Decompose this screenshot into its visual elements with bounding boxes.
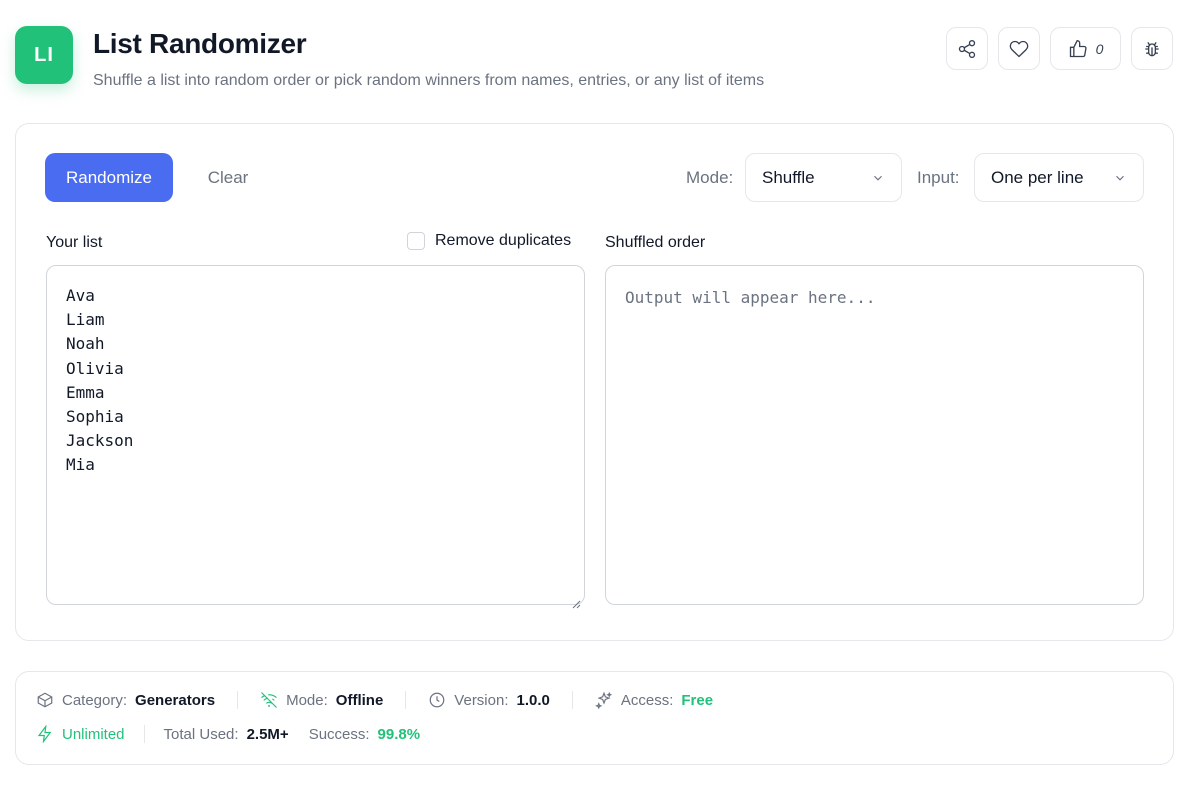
- divider: [143, 725, 145, 743]
- success-info: Success: 99.8%: [309, 726, 420, 743]
- info-row: Category: Generators Mode: Offline Versi…: [36, 691, 713, 709]
- input-list-label: Your list: [46, 234, 103, 251]
- divider: [405, 691, 407, 709]
- resize-handle[interactable]: [572, 592, 581, 609]
- box-icon: [37, 692, 53, 708]
- total-used-value: 2.5M+: [246, 725, 289, 743]
- output-placeholder: Output will appear here...: [625, 288, 876, 307]
- clock-icon: [429, 692, 445, 708]
- version-info: Version: 1.0.0: [428, 691, 550, 709]
- category-label: Category:: [62, 691, 128, 709]
- mode-info-value: Offline: [335, 691, 384, 709]
- divider: [237, 691, 239, 709]
- list-item: Liam: [66, 310, 105, 330]
- unlimited-label: Unlimited: [62, 725, 125, 743]
- mode-select[interactable]: Shuffle: [745, 153, 902, 202]
- clear-button[interactable]: Clear: [191, 153, 265, 202]
- header-actions: 0: [946, 27, 1173, 70]
- input-format-value: One per line: [991, 167, 1084, 187]
- remove-duplicates-checkbox[interactable]: [407, 232, 425, 250]
- favorite-button[interactable]: [998, 27, 1040, 70]
- success-value: 99.8%: [377, 725, 421, 743]
- list-item: Sophia: [66, 407, 124, 427]
- share-button[interactable]: [946, 27, 988, 70]
- wifi-off-icon: [261, 692, 278, 708]
- version-label: Version:: [454, 691, 509, 709]
- remove-duplicates-option[interactable]: Remove duplicates: [407, 232, 571, 250]
- version-value: 1.0.0: [516, 691, 550, 709]
- list-item: Noah: [66, 334, 105, 354]
- like-count: 0: [1095, 40, 1104, 57]
- sparkles-icon: [594, 691, 613, 709]
- remove-duplicates-label: Remove duplicates: [435, 232, 572, 249]
- divider: [571, 691, 573, 709]
- report-bug-button[interactable]: [1131, 27, 1173, 70]
- list-item: Olivia: [66, 358, 124, 378]
- total-used-info: Total Used: 2.5M+: [164, 726, 289, 743]
- mode-info: Mode: Offline: [260, 691, 383, 709]
- stats-row: Unlimited Total Used: 2.5M+ Success: 99.…: [36, 725, 420, 743]
- output-list-label: Shuffled order: [605, 234, 706, 251]
- list-item: Ava: [66, 286, 95, 305]
- tool-info-card: Category: Generators Mode: Offline Versi…: [15, 671, 1174, 765]
- page-title: List Randomizer: [93, 28, 307, 59]
- chevron-down-icon: [874, 175, 882, 181]
- mode-select-value: Shuffle: [762, 167, 815, 187]
- list-input-textarea[interactable]: Ava Liam Noah Olivia Emma Sophia Jackson…: [46, 265, 585, 609]
- list-item: Mia: [66, 455, 95, 475]
- zap-icon: [37, 725, 52, 743]
- randomize-button[interactable]: Randomize: [45, 153, 173, 202]
- input-format-label: Input:: [917, 168, 960, 187]
- mode-info-label: Mode:: [286, 691, 328, 709]
- like-button[interactable]: 0: [1050, 27, 1121, 70]
- access-info: Access: Free: [594, 691, 714, 709]
- list-item: Emma: [66, 382, 105, 402]
- chevron-down-icon: [1116, 175, 1124, 181]
- randomizer-card: Randomize Clear Mode: Shuffle Input: One…: [15, 123, 1174, 641]
- total-used-label: Total Used:: [163, 725, 239, 743]
- unlimited-badge: Unlimited: [36, 725, 125, 743]
- bug-icon: [1145, 41, 1159, 56]
- access-label: Access:: [620, 691, 674, 709]
- mode-label: Mode:: [686, 168, 734, 187]
- category-info: Category: Generators: [36, 691, 215, 709]
- list-item: Jackson: [66, 431, 134, 451]
- heart-icon: [1009, 40, 1029, 57]
- app-logo: LI: [15, 26, 73, 84]
- success-label: Success:: [308, 725, 370, 743]
- share-icon: [958, 39, 976, 58]
- thumbs-up-icon: [1069, 39, 1087, 57]
- resize-grip-icon: [572, 600, 581, 609]
- page-subtitle: Shuffle a list into random order or pick…: [93, 72, 765, 89]
- shuffled-output-area[interactable]: Output will appear here...: [605, 265, 1144, 605]
- category-value: Generators: [135, 691, 216, 709]
- access-value: Free: [681, 691, 714, 709]
- input-format-select[interactable]: One per line: [974, 153, 1144, 202]
